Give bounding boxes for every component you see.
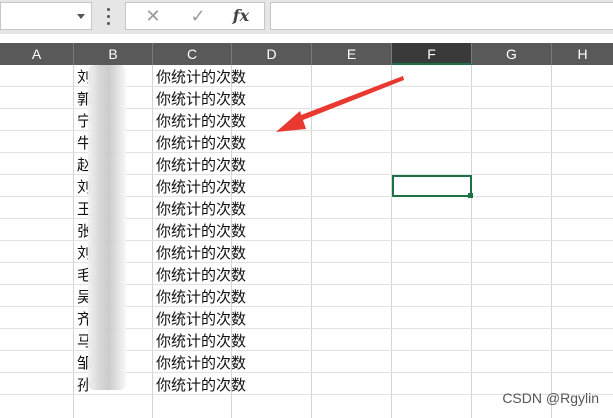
watermark: CSDN @Rgylin [502, 390, 599, 406]
annotation-arrow-icon [276, 76, 404, 132]
